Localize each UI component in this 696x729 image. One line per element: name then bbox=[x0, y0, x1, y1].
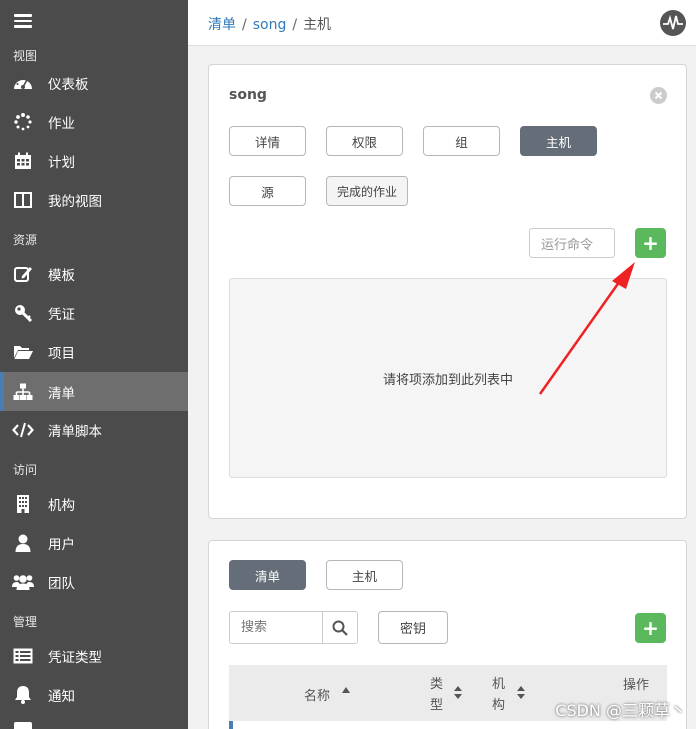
sidebar-item-credentials[interactable]: 凭证 bbox=[0, 293, 188, 332]
sidebar-item-label: 清单 bbox=[48, 385, 75, 402]
inventory-detail-panel: song 详情 权限 组 主机 源 完成的作业 运行命令 + 请将项添加到此列表… bbox=[208, 64, 687, 519]
table-row[interactable] bbox=[229, 721, 233, 729]
calendar-icon bbox=[12, 150, 34, 172]
column-type[interactable]: 类型 bbox=[430, 674, 445, 716]
sidebar-item-label: 通知 bbox=[48, 688, 75, 705]
sort-icon[interactable] bbox=[454, 686, 462, 699]
breadcrumb-inventories[interactable]: 清单 bbox=[208, 17, 236, 33]
sort-up-icon[interactable] bbox=[342, 687, 350, 693]
sidebar-item-label: 模板 bbox=[48, 267, 75, 284]
sidebar-item-label: 我的视图 bbox=[48, 193, 102, 210]
users-icon bbox=[12, 571, 34, 593]
run-command-button[interactable]: 运行命令 bbox=[529, 228, 615, 258]
bell-icon bbox=[12, 684, 34, 706]
tab-permissions[interactable]: 权限 bbox=[326, 126, 403, 156]
sidebar-item-users[interactable]: 用户 bbox=[0, 523, 188, 562]
sidebar-item-projects[interactable]: 项目 bbox=[0, 332, 188, 371]
panel-title: song bbox=[229, 87, 267, 103]
tab-inventories[interactable]: 清单 bbox=[229, 560, 306, 590]
search-icon[interactable] bbox=[322, 612, 357, 643]
edit-icon bbox=[12, 263, 34, 285]
sidebar-item-label: 凭证 bbox=[48, 306, 75, 323]
search-input[interactable] bbox=[230, 612, 322, 643]
sidebar-item-notifications[interactable]: 通知 bbox=[0, 675, 188, 714]
add-inventory-button[interactable]: + bbox=[635, 613, 666, 643]
key-icon bbox=[12, 302, 34, 324]
sidebar-item-credential-types[interactable]: 凭证类型 bbox=[0, 636, 188, 675]
top-bar: 清单 / song / 主机 bbox=[188, 0, 696, 46]
sidebar-item-my-view[interactable]: 我的视图 bbox=[0, 180, 188, 219]
sidebar-item-inventories[interactable]: 清单 bbox=[0, 372, 188, 411]
menu-icon[interactable] bbox=[14, 14, 32, 28]
sidebar-item-schedules[interactable]: 计划 bbox=[0, 141, 188, 180]
search-box bbox=[229, 611, 358, 644]
sidebar-item-label: 机构 bbox=[48, 497, 75, 514]
sidebar-item-label: 清单脚本 bbox=[48, 423, 102, 440]
section-admin: 管理 bbox=[13, 615, 38, 629]
sidebar-item-label: 计划 bbox=[48, 154, 75, 171]
sidebar-item-label: 作业 bbox=[48, 115, 75, 132]
sidebar-item-jobs[interactable]: 作业 bbox=[0, 102, 188, 141]
close-icon[interactable] bbox=[650, 87, 667, 104]
tab-hosts-list[interactable]: 主机 bbox=[326, 560, 403, 590]
tab-groups[interactable]: 组 bbox=[423, 126, 500, 156]
key-button[interactable]: 密钥 bbox=[378, 611, 448, 644]
column-organization[interactable]: 机构 bbox=[492, 674, 507, 716]
spinner-icon bbox=[12, 111, 34, 133]
add-host-button[interactable]: + bbox=[635, 228, 666, 258]
tab-completed-jobs[interactable]: 完成的作业 bbox=[326, 176, 408, 206]
breadcrumb-song[interactable]: song bbox=[253, 17, 287, 33]
sort-icon[interactable] bbox=[517, 686, 525, 699]
breadcrumb: 清单 / song / 主机 bbox=[208, 17, 332, 33]
code-icon bbox=[12, 419, 34, 441]
user-icon bbox=[12, 532, 34, 554]
sidebar-item-label: 仪表板 bbox=[48, 76, 89, 93]
section-resources: 资源 bbox=[13, 233, 38, 247]
sidebar-item-templates[interactable]: 模板 bbox=[0, 254, 188, 293]
tab-sources[interactable]: 源 bbox=[229, 176, 306, 206]
sidebar-item-partial-icon bbox=[14, 722, 32, 729]
sidebar-item-label: 用户 bbox=[48, 536, 75, 553]
sidebar-item-label: 项目 bbox=[48, 345, 75, 362]
watermark: CSDN @三颗草丶 bbox=[555, 701, 686, 720]
tab-details[interactable]: 详情 bbox=[229, 126, 306, 156]
column-name[interactable]: 名称 bbox=[304, 685, 330, 704]
dashboard-icon bbox=[12, 72, 34, 94]
sidebar-item-label: 凭证类型 bbox=[48, 649, 102, 666]
section-access: 访问 bbox=[13, 463, 38, 477]
sidebar: 视图 仪表板 作业 计划 我的视图 资源 模板 凭证 项目 清单 清单脚本 访问… bbox=[0, 0, 188, 729]
sitemap-icon bbox=[12, 381, 34, 403]
sidebar-item-organizations[interactable]: 机构 bbox=[0, 484, 188, 523]
activity-stream-icon[interactable] bbox=[660, 10, 686, 36]
folder-open-icon bbox=[12, 341, 34, 363]
sidebar-item-inventory-scripts[interactable]: 清单脚本 bbox=[0, 410, 188, 449]
section-views: 视图 bbox=[13, 49, 38, 63]
sidebar-item-teams[interactable]: 团队 bbox=[0, 562, 188, 601]
list-icon bbox=[12, 645, 34, 667]
breadcrumb-hosts: 主机 bbox=[303, 17, 332, 33]
building-icon bbox=[12, 493, 34, 515]
tab-hosts[interactable]: 主机 bbox=[520, 126, 597, 156]
empty-list-message: 请将项添加到此列表中 bbox=[229, 278, 667, 478]
sidebar-item-label: 团队 bbox=[48, 575, 75, 592]
column-actions: 操作 bbox=[623, 678, 650, 693]
columns-icon bbox=[12, 189, 34, 211]
sidebar-item-dashboard[interactable]: 仪表板 bbox=[0, 63, 188, 102]
